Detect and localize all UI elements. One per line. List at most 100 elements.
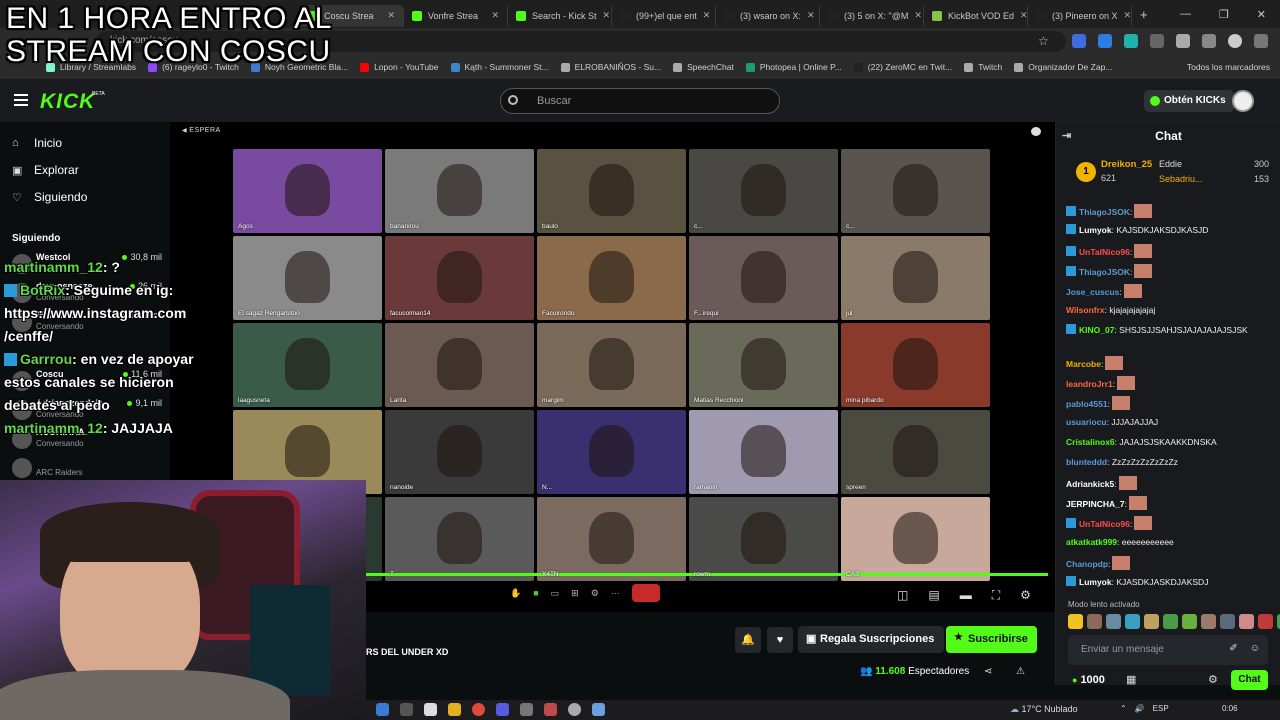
app-icon[interactable] — [520, 703, 533, 716]
emote-icon[interactable] — [1220, 614, 1235, 629]
browser-tab[interactable]: (99+)el que ent ✕ — [612, 4, 716, 27]
chat-username[interactable]: KINO_07 — [1079, 325, 1114, 335]
browser-tab[interactable]: Vonfre Strea ✕ — [404, 4, 508, 27]
chat-username[interactable]: UnTalNico96 — [1079, 247, 1130, 257]
app-icon[interactable] — [568, 703, 581, 716]
chat-username[interactable]: ThiagoJSOK — [1079, 207, 1130, 217]
nav-siguiendo[interactable]: ♡ Siguiendo — [12, 188, 87, 206]
app-icon[interactable] — [424, 703, 437, 716]
emote-icon[interactable] — [1068, 614, 1083, 629]
extension-icon[interactable] — [1176, 34, 1190, 48]
chat-message[interactable]: Lumyok: KJASDKJASKDJAKSDJ — [1066, 576, 1271, 588]
tray-icon[interactable]: ⌃ — [1120, 704, 1127, 713]
chat-message[interactable]: UnTalNico96: — [1066, 244, 1271, 258]
weather-widget[interactable]: 17°C Nublado — [1010, 704, 1078, 715]
emote-icon[interactable] — [1144, 614, 1159, 629]
player-settings-icon[interactable]: ⚙ — [1020, 588, 1031, 603]
close-window-icon[interactable]: ✕ — [1257, 8, 1266, 21]
menu-icon[interactable] — [1254, 34, 1268, 48]
theater-icon[interactable]: ▬ — [960, 588, 972, 603]
fullscreen-icon[interactable]: ⛶ — [992, 588, 1000, 603]
browser-tab[interactable]: Search - Kick St ✕ — [508, 4, 612, 27]
heart-follow-icon[interactable]: ♥ — [767, 627, 793, 653]
app-icon[interactable] — [544, 703, 557, 716]
channel-points[interactable]: 1000 — [1072, 674, 1104, 686]
chat-message[interactable]: leandroJrr1: — [1066, 376, 1271, 390]
new-tab-button[interactable]: + — [1140, 7, 1148, 22]
calendar-icon[interactable]: ▦ — [1126, 673, 1136, 686]
clock[interactable]: 0:06 — [1222, 704, 1238, 713]
chat-message[interactable]: Adriankick5: — [1066, 476, 1271, 490]
chat-username[interactable]: Adriankick5 — [1066, 479, 1114, 489]
tab-close-icon[interactable]: ✕ — [1020, 10, 1027, 21]
collapse-chat-icon[interactable]: ⇥ — [1062, 129, 1071, 142]
tab-close-icon[interactable]: ✕ — [603, 10, 611, 21]
kick-logo[interactable]: KICK — [40, 90, 95, 114]
chat-username[interactable]: Lumyok — [1079, 577, 1112, 587]
chat-username[interactable]: Jose_cuscus — [1066, 287, 1119, 297]
chrome-icon[interactable] — [472, 703, 485, 716]
emote-icon[interactable] — [1163, 614, 1178, 629]
bookmark-item[interactable]: Kąth - Summoner St... — [445, 62, 555, 72]
clip-icon[interactable]: ▤ — [928, 588, 939, 603]
chat-username[interactable]: Wilsonfrx — [1066, 305, 1105, 315]
bookmark-star-icon[interactable]: ☆ — [1038, 34, 1052, 48]
hamburger-menu-icon[interactable] — [14, 94, 28, 106]
get-kicks-button[interactable]: Obtén KICKs — [1144, 90, 1234, 112]
chat-username[interactable]: JERPINCHA_7 — [1066, 499, 1125, 509]
chat-username[interactable]: UnTalNico96 — [1079, 519, 1130, 529]
extension-icon[interactable] — [1124, 34, 1138, 48]
chat-message[interactable]: Jose_cuscus: — [1066, 284, 1271, 298]
emoji-icon[interactable]: ☺ — [1250, 643, 1260, 654]
chat-username[interactable]: atkatkatk999 — [1066, 537, 1117, 547]
chat-username[interactable]: Chanopdp — [1066, 559, 1108, 569]
bookmark-item[interactable]: (22) ZeroMC en Twit... — [848, 62, 958, 72]
command-icon[interactable]: ✐ — [1229, 643, 1237, 654]
chat-settings-icon[interactable]: ⚙ — [1208, 673, 1218, 686]
bookmark-item[interactable]: Organizador De Zap... — [1008, 62, 1118, 72]
chat-message[interactable]: atkatkatk999: eeeeeeeeeee — [1066, 536, 1271, 548]
emote-icon[interactable] — [1087, 614, 1102, 629]
tab-close-icon[interactable]: ✕ — [491, 10, 499, 21]
bookmark-item[interactable]: Lopon - YouTube — [354, 62, 444, 72]
all-bookmarks[interactable]: Todos los marcadores — [1187, 62, 1270, 72]
minimize-icon[interactable]: — — [1180, 8, 1191, 21]
pip-icon[interactable]: ◫ — [897, 588, 908, 603]
chat-message[interactable]: Chanopdp: — [1066, 556, 1271, 570]
chat-message[interactable]: blunteddd: ZzZzZzZzZzZzZz — [1066, 456, 1271, 468]
user-avatar[interactable] — [1232, 90, 1254, 112]
emote-icon[interactable] — [1239, 614, 1254, 629]
nav-inicio[interactable]: ⌂ Inicio — [12, 134, 62, 152]
browser-tab[interactable]: (3) 5 on X: "@M ✕ — [820, 4, 924, 27]
chat-input[interactable]: Enviar un mensaje ✐ ☺ — [1068, 635, 1268, 665]
emote-icon[interactable] — [1106, 614, 1121, 629]
search-input[interactable]: Buscar — [500, 88, 780, 114]
emote-icon[interactable] — [1182, 614, 1197, 629]
share-icon[interactable]: ⋖ — [984, 666, 992, 677]
extension-icon[interactable] — [1098, 34, 1112, 48]
chat-username[interactable]: ThiagoJSOK — [1079, 267, 1130, 277]
emote-icon[interactable] — [1125, 614, 1140, 629]
tab-close-icon[interactable]: ✕ — [807, 10, 815, 21]
chat-message[interactable]: pablo4551: — [1066, 396, 1271, 410]
chat-message[interactable]: ThiagoJSOK: — [1066, 204, 1271, 218]
chat-message[interactable]: Lumyok: KAJSDKJAKSDJKASJD — [1066, 224, 1271, 236]
chat-message[interactable]: Marcobe: — [1066, 356, 1271, 370]
extension-icon[interactable] — [1150, 34, 1164, 48]
browser-tab[interactable]: KickBot VOD Ed ✕ — [924, 4, 1028, 27]
chat-username[interactable]: Cristalinox6 — [1066, 437, 1115, 447]
bell-icon[interactable]: 🔔 — [735, 627, 761, 653]
chat-message[interactable]: KINO_07: SHSJSJJSAHJSJAJAJAJAJSJSK — [1066, 324, 1271, 336]
volume-icon[interactable]: 🔊 — [1135, 704, 1145, 713]
extension-icon[interactable] — [1072, 34, 1086, 48]
chat-message[interactable]: UnTalNico96: — [1066, 516, 1271, 530]
chat-username[interactable]: Lumyok — [1079, 225, 1112, 235]
tab-close-icon[interactable]: ✕ — [1124, 10, 1131, 21]
gift-subs-button[interactable]: Regala Suscripciones — [798, 626, 945, 653]
chat-username[interactable]: Marcobe — [1066, 359, 1101, 369]
puzzle-icon[interactable] — [1202, 34, 1216, 48]
bookmark-item[interactable]: Photopea | Online P... — [740, 62, 848, 72]
app-icon[interactable] — [592, 703, 605, 716]
nav-explorar[interactable]: ▣ Explorar — [12, 161, 79, 179]
chat-message[interactable]: Cristalinox6: JAJAJSJSKAAKKDNSKA — [1066, 436, 1271, 448]
